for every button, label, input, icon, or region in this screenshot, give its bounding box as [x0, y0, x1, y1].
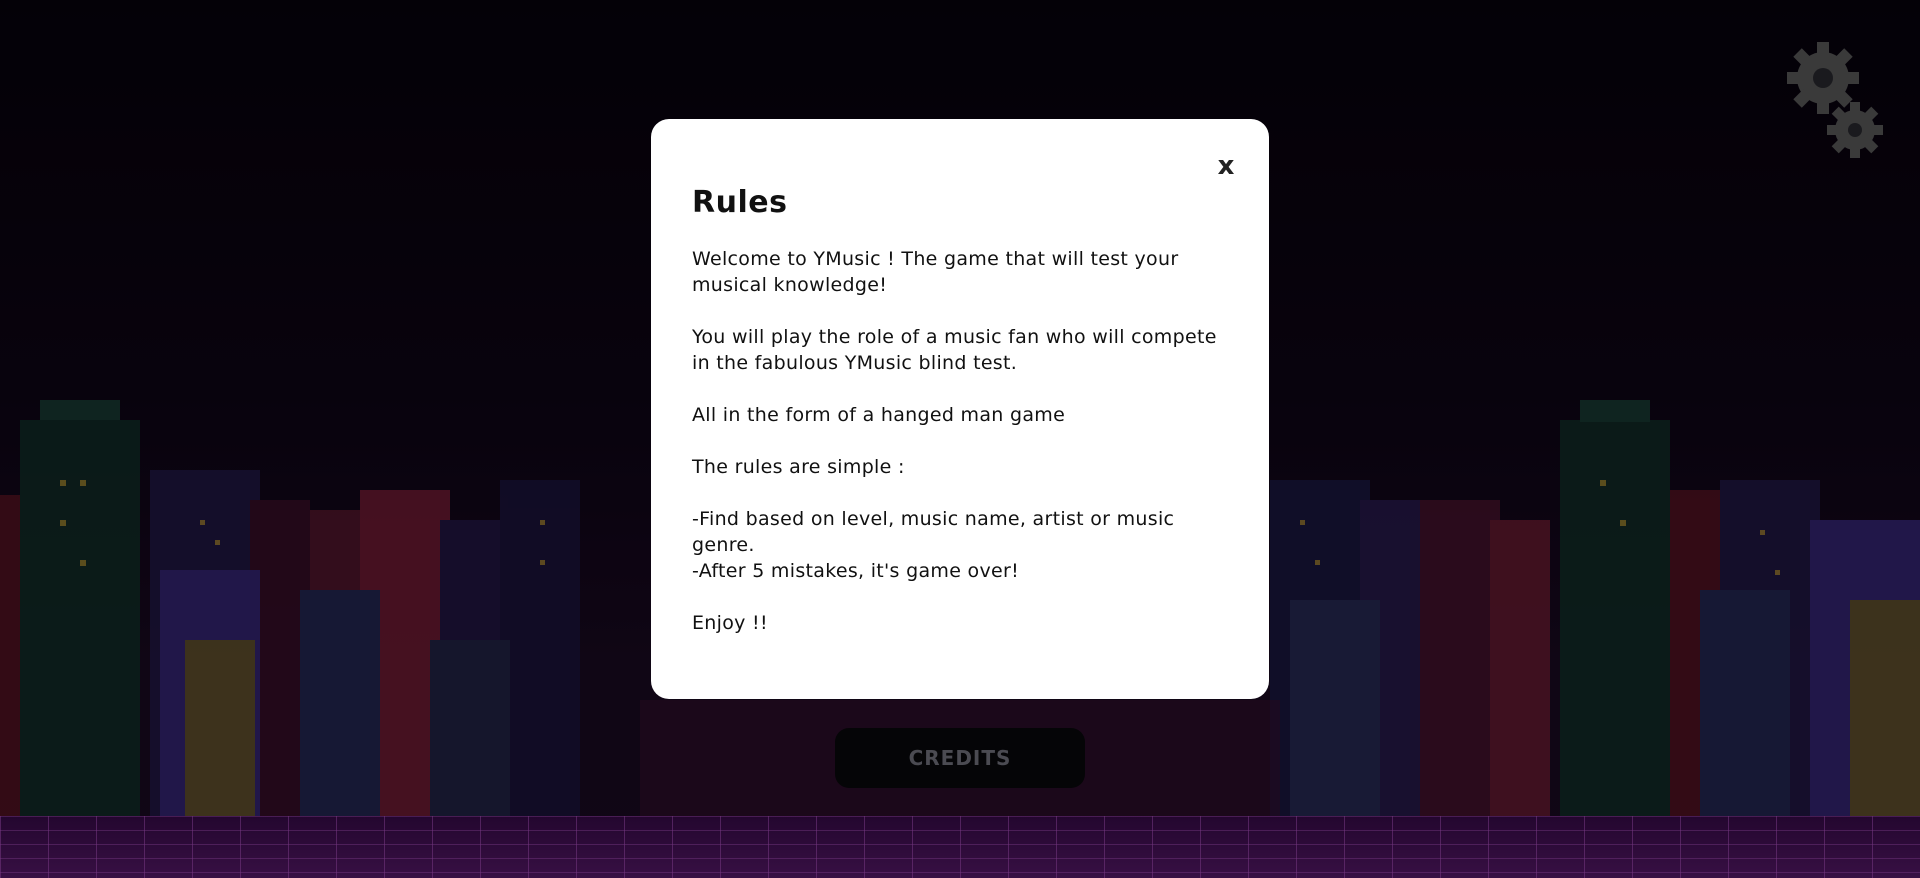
rules-paragraph-enjoy: Enjoy !!: [692, 612, 768, 634]
rules-modal: x Rules Welcome to YMusic ! The game tha…: [651, 119, 1269, 699]
rules-paragraph-list: -Find based on level, music name, artist…: [692, 508, 1175, 582]
close-icon[interactable]: x: [1211, 151, 1241, 181]
rules-paragraph-welcome: Welcome to YMusic ! The game that will t…: [692, 248, 1179, 296]
gears-icon: [1787, 42, 1883, 158]
settings-button[interactable]: [1785, 40, 1885, 165]
rules-paragraph-form: All in the form of a hanged man game: [692, 404, 1066, 426]
rules-paragraph-role: You will play the role of a music fan wh…: [692, 326, 1217, 374]
credits-button[interactable]: CREDITS: [835, 728, 1085, 788]
rules-paragraph-intro: The rules are simple :: [692, 456, 905, 478]
modal-title: Rules: [692, 185, 788, 220]
